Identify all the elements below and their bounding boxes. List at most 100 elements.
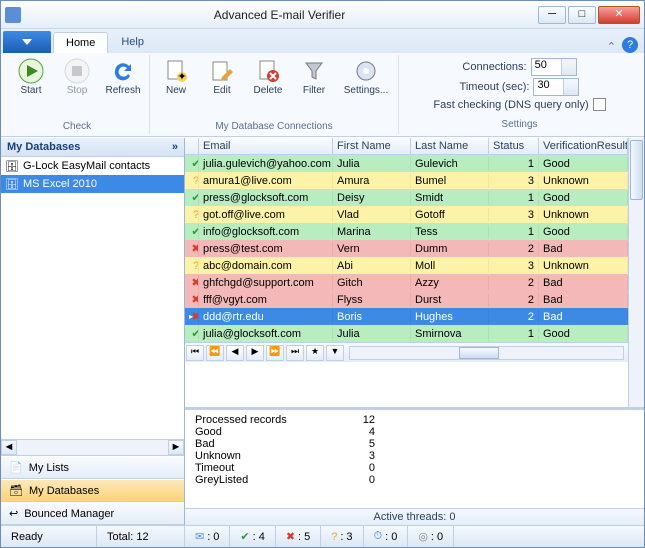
nav-prevpage[interactable]: ⏪ [206, 345, 224, 361]
stats-row: Unknown3 [195, 450, 634, 462]
start-button[interactable]: Start [9, 55, 53, 98]
table-row[interactable]: ✖fff@vgyt.comFlyssDurst2Bad [185, 291, 628, 308]
results-grid: Email First Name Last Name Status Verifi… [185, 138, 628, 407]
status-timeout: ⏱ : 0 [364, 526, 409, 547]
table-row[interactable]: ?amura1@live.comAmuraBumel3Unknown [185, 172, 628, 189]
minimize-button[interactable]: ─ [538, 6, 566, 24]
nav-prev[interactable]: ◀ [226, 345, 244, 361]
titlebar: Advanced E-mail Verifier ─ □ ✕ [1, 1, 644, 29]
tab-help[interactable]: Help [108, 31, 157, 53]
sidebar-item[interactable]: 🗄MS Excel 2010 [1, 175, 184, 193]
fastcheck-label: Fast checking (DNS query only) [433, 99, 588, 111]
nav-my-databases[interactable]: 🗃My Databases [1, 479, 184, 502]
table-row[interactable]: ?got.off@live.comVladGotoff3Unknown [185, 206, 628, 223]
group-settings: Connections:50 Timeout (sec):30 Fast che… [399, 55, 640, 134]
col-first[interactable]: First Name [333, 138, 411, 154]
group-check: Start Stop Refresh Check [5, 55, 150, 134]
window-title: Advanced E-mail Verifier [21, 8, 538, 22]
grid-vscroll[interactable] [628, 138, 644, 407]
connections-input[interactable]: 50 [531, 58, 577, 76]
table-row[interactable]: ✖ghfchgd@support.comGitchAzzy2Bad [185, 274, 628, 291]
settings-button[interactable]: Settings... [338, 55, 394, 98]
filter-icon [300, 57, 328, 85]
nav-first[interactable]: ⏮ [186, 345, 204, 361]
status-ready: Ready [1, 526, 97, 547]
clock-icon: ⏱ [374, 530, 383, 543]
status-new: ✉ : 0 [185, 526, 230, 547]
active-threads: Active threads: 0 [185, 508, 644, 525]
status-bad: ✖ : 5 [276, 526, 321, 547]
table-row[interactable]: ✔info@glocksoft.comMarinaTess1Good [185, 223, 628, 240]
svg-text:✦: ✦ [177, 71, 186, 83]
nav-last[interactable]: ⏭ [286, 345, 304, 361]
timeout-input[interactable]: 30 [533, 78, 579, 96]
collapse-ribbon-icon[interactable]: ⌃ [607, 40, 616, 53]
col-email[interactable]: Email [199, 138, 333, 154]
close-button[interactable]: ✕ [598, 6, 640, 24]
nav-bounced-manager[interactable]: ↩Bounced Manager [1, 502, 184, 525]
app-icon [5, 7, 21, 23]
cross-icon: ✖ [286, 530, 295, 543]
new-button[interactable]: ✦New [154, 55, 198, 98]
table-row[interactable]: ✔julia@glocksoft.comJuliaSmirnova1Good [185, 325, 628, 342]
grid-body[interactable]: ✔julia.gulevich@yahoo.comJuliaGulevich1G… [185, 155, 628, 342]
statusbar: Ready Total: 12 ✉ : 0 ✔ : 4 ✖ : 5 ? : 3 … [1, 525, 644, 547]
stats-row: Good4 [195, 426, 634, 438]
check-icon: ✔ [240, 530, 249, 543]
stats-panel: Processed records12Good4Bad5Unknown3Time… [185, 407, 644, 525]
left-panel: My Databases » 🗄G-Lock EasyMail contacts… [1, 138, 185, 525]
table-row[interactable]: ✔press@glocksoft.comDeisySmidt1Good [185, 189, 628, 206]
status-grey: ◎ : 0 [408, 526, 454, 547]
delete-icon [254, 57, 282, 85]
maximize-button[interactable]: □ [568, 6, 596, 24]
file-tab[interactable] [3, 31, 51, 53]
nav-my-lists[interactable]: 📄My Lists [1, 456, 184, 479]
grid-hscroll[interactable] [349, 346, 624, 360]
sidebar-item[interactable]: 🗄G-Lock EasyMail contacts [1, 157, 184, 175]
refresh-icon [109, 57, 137, 85]
nav-filter[interactable]: ▼ [326, 345, 344, 361]
edit-button[interactable]: Edit [200, 55, 244, 98]
fastcheck-checkbox[interactable] [593, 98, 606, 111]
col-result[interactable]: VerificationResult [539, 138, 628, 154]
question-icon: ? [331, 531, 337, 543]
filter-button[interactable]: Filter [292, 55, 336, 98]
stats-row: GreyListed0 [195, 474, 634, 486]
nav-nextpage[interactable]: ⏩ [266, 345, 284, 361]
status-good: ✔ : 4 [230, 526, 275, 547]
status-total: Total: 12 [97, 526, 185, 547]
stats-row: Timeout0 [195, 462, 634, 474]
gear-icon [352, 57, 380, 85]
ribbon: Start Stop Refresh Check ✦New Edit Delet… [1, 53, 644, 137]
help-icon[interactable]: ? [622, 37, 638, 53]
table-row[interactable]: ✖ddd@rtr.eduBorisHughes2Bad [185, 308, 628, 325]
col-status[interactable]: Status [489, 138, 539, 154]
workspace: My Databases » 🗄G-Lock EasyMail contacts… [1, 137, 644, 525]
nav-bookmark[interactable]: ★ [306, 345, 324, 361]
stop-icon [63, 57, 91, 85]
stop-button[interactable]: Stop [55, 55, 99, 98]
ribbon-tabs: Home Help ⌃ ? [1, 29, 644, 53]
edit-icon [208, 57, 236, 85]
table-row[interactable]: ?abc@domain.comAbiMoll3Unknown [185, 257, 628, 274]
nav-next[interactable]: ▶ [246, 345, 264, 361]
stats-row: Bad5 [195, 438, 634, 450]
table-row[interactable]: ✔julia.gulevich@yahoo.comJuliaGulevich1G… [185, 155, 628, 172]
tab-home[interactable]: Home [53, 32, 108, 53]
new-icon: ✦ [162, 57, 190, 85]
sidebar-hscroll[interactable]: ◄► [1, 439, 184, 455]
list-icon: 📄 [9, 461, 23, 474]
refresh-button[interactable]: Refresh [101, 55, 145, 98]
table-row[interactable]: ✖press@test.comVernDumm2Bad [185, 240, 628, 257]
grey-icon: ◎ [418, 530, 428, 543]
col-last[interactable]: Last Name [411, 138, 489, 154]
database-icon: 🗃 [9, 484, 23, 497]
chevron-icon[interactable]: » [172, 141, 178, 153]
main-panel: Email First Name Last Name Status Verifi… [185, 138, 644, 525]
group-db: ✦New Edit Delete Filter Settings... My D… [150, 55, 399, 134]
db-icon: 🗄 [5, 177, 19, 191]
grid-header: Email First Name Last Name Status Verifi… [185, 138, 628, 155]
stats-row: Processed records12 [195, 414, 634, 426]
delete-button[interactable]: Delete [246, 55, 290, 98]
status-unknown: ? : 3 [321, 526, 363, 547]
